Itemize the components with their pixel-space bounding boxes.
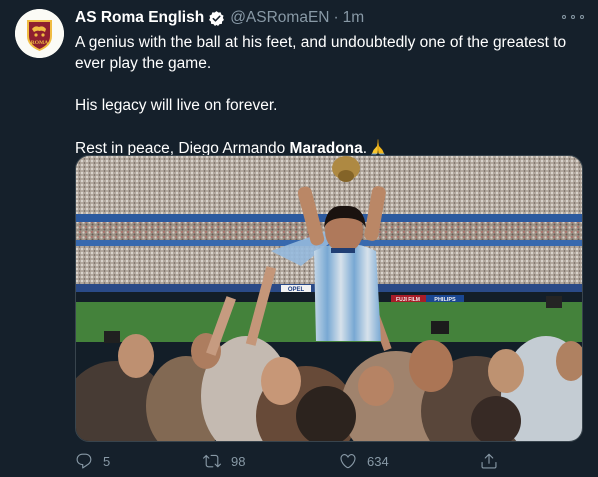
- tweet-text-line-2: His legacy will live on forever.: [75, 97, 278, 114]
- timestamp[interactable]: 1m: [343, 9, 365, 27]
- tweet-text-line-1: A genius with the ball at his feet, and …: [75, 34, 567, 72]
- retweet-arrows-icon: [203, 454, 221, 468]
- tweet-media-photo[interactable]: OPEL FUJI FILM PHILIPS: [75, 155, 583, 442]
- reply-button[interactable]: 5: [75, 450, 110, 472]
- header-separator: ·: [333, 9, 339, 26]
- stadium-celebration-photo: OPEL FUJI FILM PHILIPS: [76, 156, 582, 441]
- tweet-text: A genius with the ball at his feet, and …: [75, 32, 585, 161]
- retweet-button[interactable]: 98: [203, 450, 245, 472]
- tweet-header: AS Roma English @ASRomaEN · 1m: [75, 8, 364, 28]
- display-name[interactable]: AS Roma English: [75, 9, 204, 27]
- action-bar: 5 98 634: [75, 450, 505, 472]
- user-handle[interactable]: @ASRomaEN: [230, 9, 329, 27]
- tweet-card[interactable]: ROMA AS Roma English @ASRomaEN · 1m A ge…: [0, 0, 598, 477]
- reply-count: 5: [103, 453, 111, 469]
- share-button[interactable]: [480, 450, 498, 472]
- reply-bubble-icon: [76, 453, 92, 469]
- retweet-count: 98: [231, 453, 246, 469]
- roma-crest-icon: ROMA: [15, 9, 64, 58]
- avatar[interactable]: ROMA: [15, 9, 64, 58]
- avatar-logo-text: ROMA: [31, 40, 48, 46]
- more-dots-icon[interactable]: [562, 10, 584, 24]
- like-button[interactable]: 634: [339, 450, 389, 472]
- like-count: 634: [367, 453, 389, 469]
- share-upload-icon: [481, 453, 497, 469]
- heart-icon: [340, 454, 356, 469]
- verified-badge-icon: [208, 10, 225, 27]
